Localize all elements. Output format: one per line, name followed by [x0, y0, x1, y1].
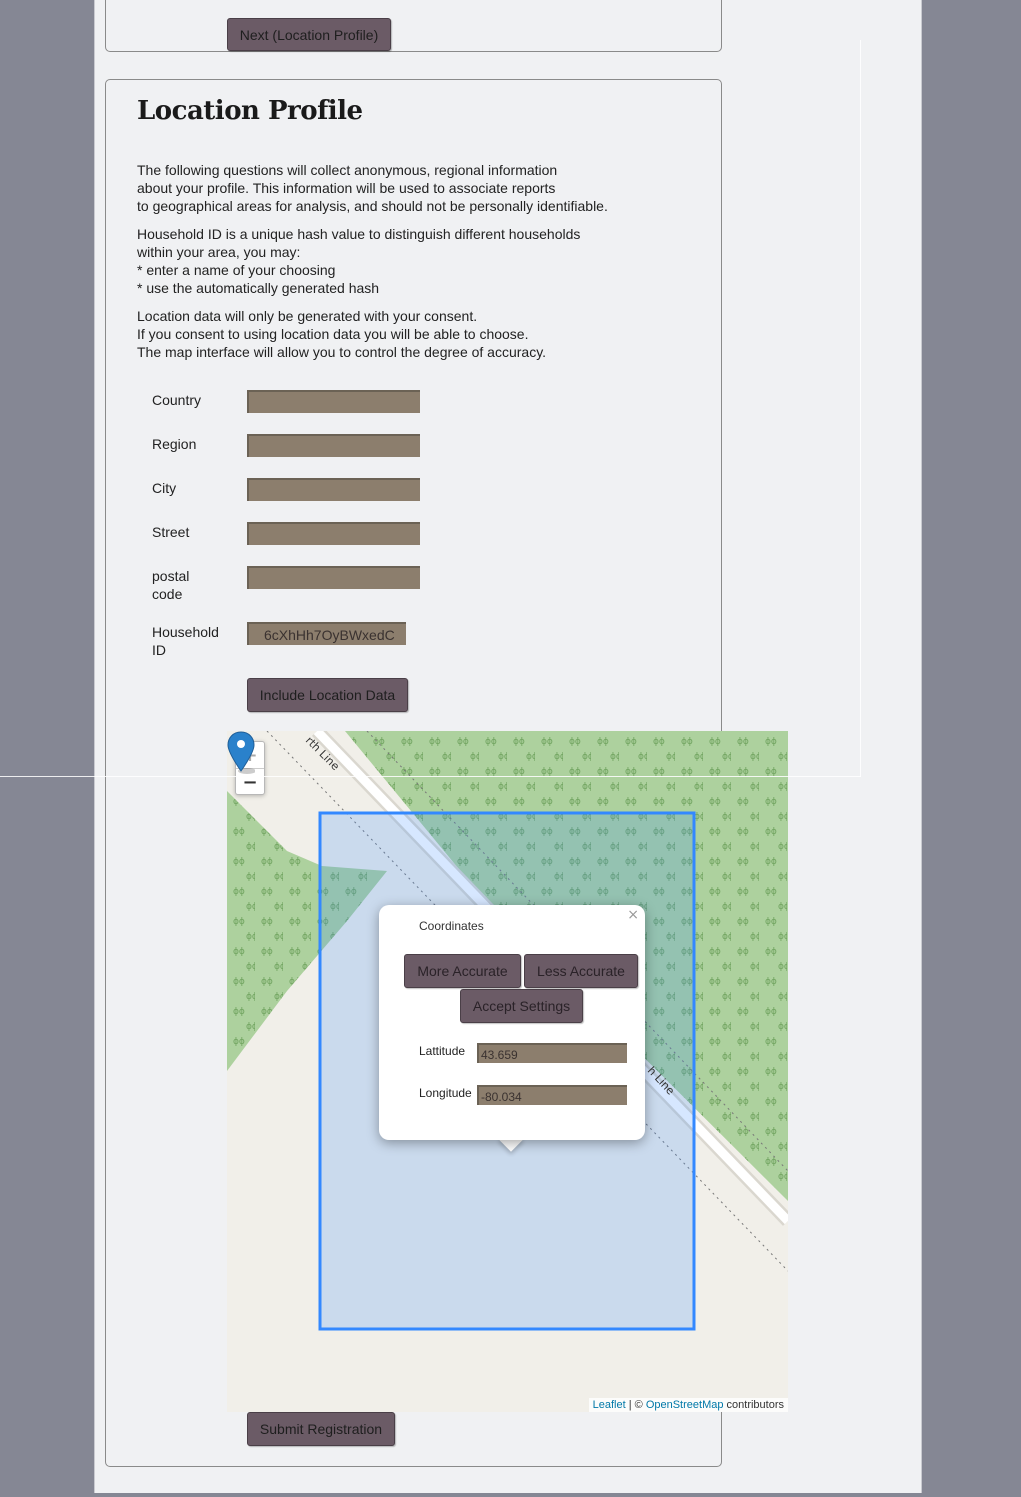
popup-title: Coordinates [419, 919, 484, 933]
map-attribution: Leaflet | © OpenStreetMap contributors [588, 1398, 788, 1412]
submit-registration-button[interactable]: Submit Registration [247, 1412, 395, 1446]
latitude-field[interactable] [477, 1043, 627, 1063]
overlay-line [0, 776, 861, 777]
consent-line: If you consent to using location data yo… [137, 326, 529, 342]
longitude-label: Longitude [419, 1086, 472, 1100]
postal-label-line: postal [152, 568, 190, 584]
page-title: Location Profile [137, 96, 363, 126]
household-label-line: ID [152, 642, 166, 658]
longitude-field[interactable] [477, 1085, 627, 1105]
household-line: Household ID is a unique hash value to d… [137, 226, 581, 242]
city-field[interactable] [247, 478, 420, 501]
street-field[interactable] [247, 522, 420, 545]
close-icon[interactable]: × [627, 907, 639, 923]
household-line: * enter a name of your choosing [137, 262, 336, 278]
city-label: City [152, 480, 177, 496]
household-id-label: Household ID [152, 623, 219, 659]
street-label: Street [152, 524, 190, 540]
intro-line: to geographical areas for analysis, and … [137, 198, 608, 214]
accept-settings-button[interactable]: Accept Settings [460, 989, 583, 1023]
coordinates-popup: × Coordinates More Accurate Less Accurat… [379, 905, 645, 1140]
next-location-profile-button[interactable]: Next (Location Profile) [227, 18, 391, 51]
household-label-line: Household [152, 624, 219, 640]
household-line: * use the automatically generated hash [137, 280, 380, 296]
leaflet-link[interactable]: Leaflet [593, 1399, 626, 1411]
postal-label-line: code [152, 586, 183, 602]
intro-paragraph: The following questions will collect ano… [137, 161, 608, 215]
map[interactable]: ɸɸ ɸɸ rth Line h Line + − × Coordinates … [227, 731, 788, 1412]
attribution-suffix: contributors [723, 1399, 784, 1411]
household-id-field[interactable] [247, 622, 406, 645]
region-label: Region [152, 436, 197, 452]
previous-section [105, 0, 722, 52]
intro-line: about your profile. This information wil… [137, 180, 556, 196]
overlay-line [860, 40, 861, 777]
country-field[interactable] [247, 390, 420, 413]
consent-line: Location data will only be generated wit… [137, 308, 478, 324]
postal-code-field[interactable] [247, 566, 420, 589]
map-marker-icon[interactable] [227, 731, 255, 775]
region-field[interactable] [247, 434, 420, 457]
attribution-separator: | © [625, 1399, 646, 1411]
include-location-data-button[interactable]: Include Location Data [247, 678, 408, 712]
consent-paragraph: Location data will only be generated wit… [137, 307, 546, 361]
less-accurate-button[interactable]: Less Accurate [524, 954, 638, 988]
household-line: within your area, you may: [137, 244, 301, 260]
country-label: Country [152, 392, 202, 408]
consent-line: The map interface will allow you to cont… [137, 344, 547, 360]
intro-line: The following questions will collect ano… [137, 162, 558, 178]
more-accurate-button[interactable]: More Accurate [404, 954, 521, 988]
postal-code-label: postal code [152, 567, 189, 603]
latitude-label: Lattitude [419, 1044, 466, 1058]
openstreetmap-link[interactable]: OpenStreetMap [646, 1399, 724, 1411]
household-paragraph: Household ID is a unique hash value to d… [137, 225, 580, 297]
